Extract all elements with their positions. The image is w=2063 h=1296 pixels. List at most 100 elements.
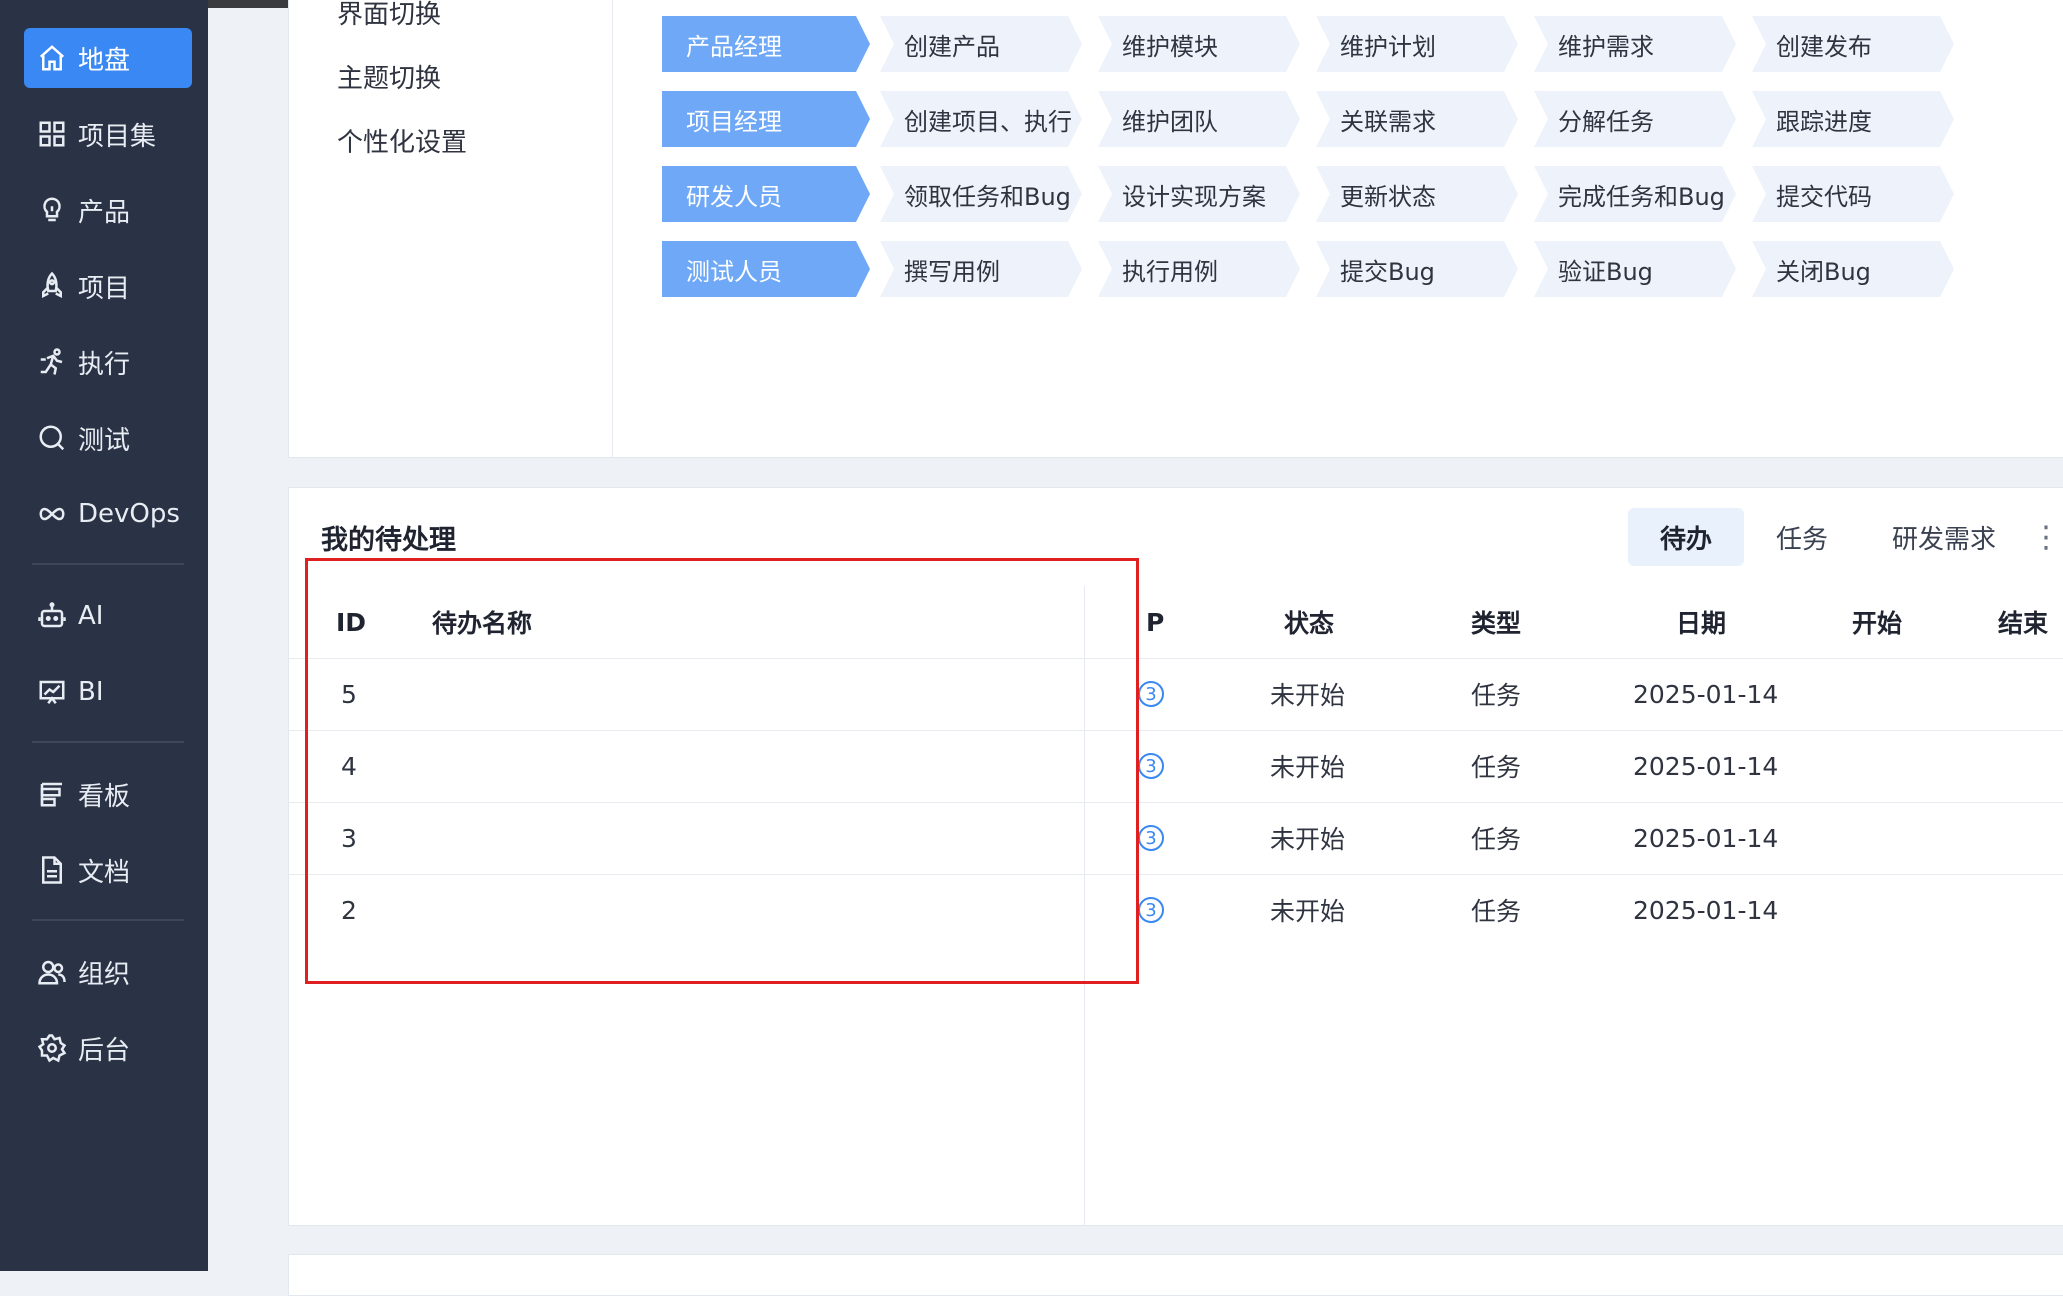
column-header-priority[interactable]: P xyxy=(1146,586,1164,658)
role-chip[interactable]: 测试人员 xyxy=(662,241,870,297)
table-header: ID 待办名称 P 状态 类型 日期 开始 结束 xyxy=(289,586,2063,659)
cell-type: 任务 xyxy=(1471,753,1522,782)
sidebar-item-bi[interactable]: BI xyxy=(24,662,192,722)
sidebar-item-execution[interactable]: 执行 xyxy=(24,332,192,392)
sidebar-item-devops[interactable]: DevOps xyxy=(24,484,192,544)
bulb-icon xyxy=(36,194,68,226)
next-panel-edge xyxy=(288,1254,2063,1296)
step-chip[interactable]: 撰写用例 xyxy=(880,241,1082,297)
cell-id: 4 xyxy=(341,751,357,781)
step-chip[interactable]: 完成任务和Bug xyxy=(1534,166,1736,222)
settings-item-theme-switch[interactable]: 主题切换 xyxy=(337,58,441,95)
document-icon xyxy=(36,854,68,886)
priority-badge: 3 xyxy=(1138,897,1164,923)
column-header-type[interactable]: 类型 xyxy=(1471,586,1521,658)
step-chip[interactable]: 关闭Bug xyxy=(1752,241,1954,297)
sidebar-item-org[interactable]: 组织 xyxy=(24,942,192,1002)
settings-menu: 界面切换 主题切换 个性化设置 xyxy=(289,0,613,457)
more-menu-icon[interactable]: ⋮ xyxy=(2028,520,2063,555)
settings-item-ui-switch[interactable]: 界面切换 xyxy=(337,0,441,31)
step-chip[interactable]: 维护需求 xyxy=(1534,16,1736,72)
step-chip[interactable]: 创建项目、执行 xyxy=(880,91,1082,147)
sidebar-item-label: 项目 xyxy=(78,273,131,304)
users-icon xyxy=(36,956,68,988)
rocket-icon xyxy=(36,270,68,302)
gear-icon xyxy=(36,1032,68,1064)
step-chip[interactable]: 提交Bug xyxy=(1316,241,1518,297)
column-header-date[interactable]: 日期 xyxy=(1676,586,1726,658)
step-chip[interactable]: 维护模块 xyxy=(1098,16,1300,72)
sidebar-item-label: 看板 xyxy=(78,781,131,812)
cell-id: 5 xyxy=(341,679,357,709)
chart-board-icon xyxy=(36,676,68,708)
cell-id: 2 xyxy=(341,895,357,925)
step-chip[interactable]: 领取任务和Bug xyxy=(880,166,1082,222)
column-header-begin[interactable]: 开始 xyxy=(1852,586,1902,658)
column-header-id[interactable]: ID xyxy=(336,586,366,658)
table-row[interactable]: 4 3 未开始 任务 2025-01-14 xyxy=(289,730,2063,803)
cell-type: 任务 xyxy=(1471,825,1522,854)
sidebar-item-ai[interactable]: AI xyxy=(24,586,192,646)
step-chip[interactable]: 提交代码 xyxy=(1752,166,1954,222)
todo-table: ID 待办名称 P 状态 类型 日期 开始 结束 5 3 未开始 任务 2025… xyxy=(289,586,2063,1225)
sidebar-item-dashboard[interactable]: 地盘 xyxy=(24,28,192,88)
guide-panel: 界面切换 主题切换 个性化设置 产品经理 创建产品 维护模块 维护计划 维护需求… xyxy=(288,0,2063,458)
sidebar-divider xyxy=(32,919,184,921)
sidebar-divider xyxy=(32,563,184,565)
sidebar-item-label: AI xyxy=(78,601,104,631)
sidebar-item-product[interactable]: 产品 xyxy=(24,180,192,240)
priority-badge: 3 xyxy=(1138,825,1164,851)
step-chip[interactable]: 更新状态 xyxy=(1316,166,1518,222)
sidebar-item-admin[interactable]: 后台 xyxy=(24,1018,192,1078)
column-header-end[interactable]: 结束 xyxy=(1998,586,2048,658)
cell-status: 未开始 xyxy=(1270,681,1346,710)
home-icon xyxy=(36,42,68,74)
sidebar-item-label: 项目集 xyxy=(78,121,157,152)
step-chip[interactable]: 执行用例 xyxy=(1098,241,1300,297)
infinity-icon xyxy=(36,498,68,530)
role-chip[interactable]: 项目经理 xyxy=(662,91,870,147)
role-chip[interactable]: 产品经理 xyxy=(662,16,870,72)
step-chip[interactable]: 跟踪进度 xyxy=(1752,91,1954,147)
tab-task[interactable]: 任务 xyxy=(1744,508,1860,566)
todo-panel: 我的待处理 待办 任务 研发需求 ⋮ ID 待办名称 P 状态 类型 日期 开始… xyxy=(288,487,2063,1226)
sidebar-item-label: 测试 xyxy=(78,425,131,456)
sidebar-item-docs[interactable]: 文档 xyxy=(24,840,192,900)
cell-date: 2025-01-14 xyxy=(1633,751,1779,781)
grid-icon xyxy=(36,118,68,150)
step-chip[interactable]: 创建发布 xyxy=(1752,16,1954,72)
sidebar: 地盘 项目集 产品 项目 执行 测试 DevOps AI BI 看板 文档 组织… xyxy=(0,0,208,1271)
step-chip[interactable]: 关联需求 xyxy=(1316,91,1518,147)
step-chip[interactable]: 验证Bug xyxy=(1534,241,1736,297)
table-row[interactable]: 5 3 未开始 任务 2025-01-14 xyxy=(289,658,2063,731)
step-chip[interactable]: 维护团队 xyxy=(1098,91,1300,147)
cell-date: 2025-01-14 xyxy=(1633,895,1779,925)
settings-item-personalization[interactable]: 个性化设置 xyxy=(337,122,467,159)
cell-status: 未开始 xyxy=(1270,825,1346,854)
run-icon xyxy=(36,346,68,378)
step-chip[interactable]: 设计实现方案 xyxy=(1098,166,1300,222)
cell-date: 2025-01-14 xyxy=(1633,679,1779,709)
sidebar-item-label: 执行 xyxy=(78,349,131,380)
sidebar-item-project[interactable]: 项目 xyxy=(24,256,192,316)
step-chip[interactable]: 创建产品 xyxy=(880,16,1082,72)
column-header-status[interactable]: 状态 xyxy=(1284,586,1334,658)
table-row[interactable]: 3 3 未开始 任务 2025-01-14 xyxy=(289,802,2063,875)
tab-story[interactable]: 研发需求 xyxy=(1860,508,2028,566)
sidebar-item-test[interactable]: 测试 xyxy=(24,408,192,468)
sidebar-item-label: BI xyxy=(78,677,104,707)
sidebar-item-label: 产品 xyxy=(78,197,131,228)
table-row[interactable]: 2 3 未开始 任务 2025-01-14 xyxy=(289,874,2063,946)
cell-status: 未开始 xyxy=(1270,897,1346,926)
cell-date: 2025-01-14 xyxy=(1633,823,1779,853)
priority-badge: 3 xyxy=(1138,681,1164,707)
cell-status: 未开始 xyxy=(1270,753,1346,782)
sidebar-item-kanban[interactable]: 看板 xyxy=(24,764,192,824)
column-header-name[interactable]: 待办名称 xyxy=(432,586,532,658)
step-chip[interactable]: 维护计划 xyxy=(1316,16,1518,72)
step-chip[interactable]: 分解任务 xyxy=(1534,91,1736,147)
sidebar-item-label: 地盘 xyxy=(78,45,131,76)
sidebar-item-program[interactable]: 项目集 xyxy=(24,104,192,164)
role-chip[interactable]: 研发人员 xyxy=(662,166,870,222)
tab-todo[interactable]: 待办 xyxy=(1627,508,1744,566)
